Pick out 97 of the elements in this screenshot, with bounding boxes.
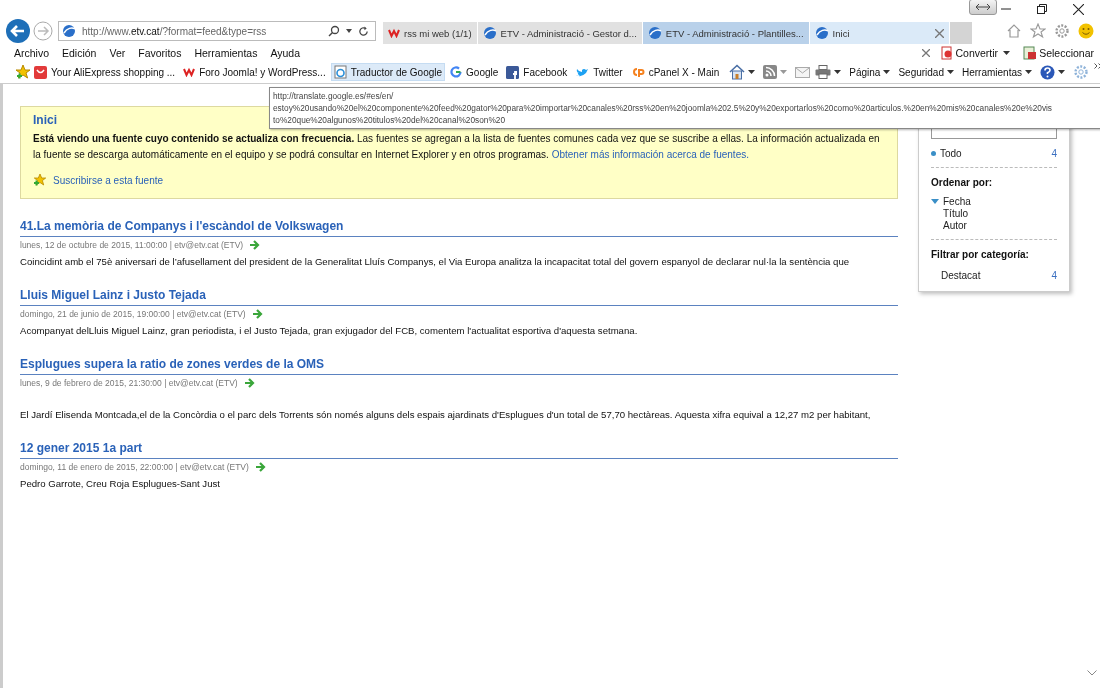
sort-option[interactable]: Título [943, 208, 968, 219]
search-icon[interactable] [328, 25, 340, 37]
menu-item[interactable]: Favoritos [138, 46, 182, 59]
ring-icon [450, 66, 463, 78]
dropdown-caret-icon[interactable] [883, 70, 891, 74]
dropdown-caret-icon[interactable] [1058, 70, 1066, 74]
bag-icon [34, 65, 47, 79]
article-title-link[interactable]: 41.La memòria de Companys i l'escàndol de Volkswagen [20, 219, 898, 237]
zigzag-icon [388, 28, 400, 38]
square-icon [506, 65, 520, 79]
zigzag-icon [183, 67, 196, 77]
back-icon[interactable] [6, 19, 30, 43]
document-icon [1023, 45, 1038, 60]
globe-icon [647, 26, 662, 40]
dropdown-caret-icon[interactable] [748, 70, 756, 74]
article-title-link[interactable]: Lluis Miguel Lainz i Justo Tejada [20, 288, 898, 306]
page-icon [333, 65, 347, 79]
menu-item[interactable]: Ver [109, 46, 126, 59]
settings-icon[interactable] [1054, 23, 1070, 39]
help-icon[interactable] [1040, 64, 1056, 80]
item-count: 4 [1051, 148, 1057, 159]
mail-icon[interactable] [795, 66, 811, 78]
article-summary: El Jardí Elisenda Montcada,el de la Concòrdia o el parc dels Torrents són només alguns dels espais ajardinats d'Esplugues d'un total de 57,70 hectàreas. Aquesta xifra equival a 12,27 m2 per habitant, [20, 409, 871, 420]
dropdown-caret-icon[interactable] [1003, 50, 1011, 55]
category-link[interactable]: Destacat [941, 270, 981, 281]
category-heading: Filtrar por categoría: [931, 249, 1030, 260]
filter-link[interactable]: Todo [940, 148, 962, 159]
article-summary: Coincidint amb el 75è aniversari de l’afusellament del president de la Generalitat Lluís Companys, el Via Europa analitza la incapacitat total del govern espanyol de declarar nul·la la sentència que [20, 256, 850, 267]
browser-tab[interactable]: ETV - Administració - Plantilles... [642, 22, 810, 44]
dropdown-caret-icon[interactable] [346, 29, 352, 33]
menu-item[interactable]: Archivo [14, 46, 49, 59]
learn-more-link[interactable]: Obtener más información acerca de fuentes. [551, 149, 749, 160]
globe-icon [814, 26, 829, 40]
item-count: 4 [1051, 270, 1057, 281]
article-meta: domingo, 11 de enero de 2015, 22:00:00 | etv@etv.cat (ETV) [20, 462, 249, 472]
right-arrow-icon[interactable] [249, 240, 261, 250]
command-menu-button[interactable]: Herramientas [962, 66, 1023, 78]
printer-icon[interactable] [815, 65, 832, 79]
menu-item[interactable]: Edición [62, 46, 97, 59]
feed-icon[interactable] [763, 65, 778, 79]
chevron-icon[interactable] [1094, 63, 1100, 69]
globe-icon [482, 26, 497, 40]
right-arrow-icon[interactable] [243, 378, 255, 388]
favorite-link[interactable]: Google [447, 64, 502, 80]
article-title-link[interactable]: 12 gener 2015 1a part [20, 441, 898, 459]
command-menu-button[interactable]: Página [849, 66, 881, 78]
notice-text: Está viendo una fuente cuyo contenido se actualiza con frecuencia. Las fuentes se agregan a la lista de fuentes comunes cada vez que se suscribe a ellas. La información actualizada en la fuente se descarga automáticamente en el equipo y se podrá consultar en Internet Explorer y en otros programas. Obtener más información acerca de fuentes. [33, 132, 881, 162]
add-star-icon [33, 173, 47, 187]
refresh-icon[interactable] [358, 25, 369, 37]
address-field[interactable]: http://www.etv.cat/?format=feed&type=rss [58, 21, 376, 41]
favorite-link[interactable]: Twitter [572, 64, 626, 80]
article-title-link[interactable]: Esplugues supera la ratio de zones verdes de la OMS [20, 357, 898, 375]
menu-item[interactable]: Herramientas [194, 46, 258, 59]
sort-option[interactable]: Autor [943, 220, 967, 231]
link-tooltip: http://translate.google.es/#es/en/ estoy%20usando%20el%20componente%20feed%20gator%20para%20importar%20canales%20rss%20en%20joomla%202.5%20y%20exportarlos%20como%20articulos.%20en%20mis%20canales%20e%20vis to%20que%20algunos%20titulos%20del%20canal%20son%20 [269, 87, 1100, 129]
dropdown-caret-icon[interactable] [947, 70, 954, 74]
globe-icon [62, 24, 76, 38]
article-meta: lunes, 12 de octubre de 2015, 11:00:00 | etv@etv.cat (ETV) [20, 240, 244, 250]
right-arrow-icon[interactable] [251, 309, 263, 319]
restore-icon[interactable] [1037, 4, 1047, 14]
close-tab-icon[interactable] [934, 28, 944, 38]
double-arrow-icon [975, 3, 991, 11]
scroll-down-icon[interactable] [1087, 670, 1097, 676]
dropdown-caret-icon[interactable] [834, 70, 842, 74]
toolbar-button[interactable]: Convertir [955, 46, 999, 59]
add-favorite-icon[interactable] [15, 64, 31, 80]
sort-heading: Ordenar por: [931, 177, 994, 188]
menu-item[interactable]: Ayuda [270, 46, 301, 59]
browser-tab[interactable]: Inici [809, 22, 950, 44]
sort-option[interactable]: Fecha [943, 196, 971, 207]
favorite-link[interactable]: Foro Joomla! y WordPress... [180, 64, 329, 80]
command-menu-button[interactable]: Seguridad [898, 66, 944, 78]
home-icon[interactable] [729, 64, 746, 80]
subscribe-link[interactable]: Suscribirse a esta fuente [53, 174, 164, 186]
toolbar-button[interactable]: Seleccionar [1039, 46, 1094, 59]
bird-icon [575, 66, 590, 78]
article-meta: domingo, 21 de junio de 2015, 19:00:00 | etv@etv.cat (ETV) [20, 309, 246, 319]
favorite-link[interactable]: cPanel X - Main [627, 64, 723, 80]
document-icon [939, 45, 954, 60]
feed-title: Inici [33, 113, 57, 127]
favorite-link[interactable]: Your AliExpress shopping ... [31, 63, 179, 81]
close-icon[interactable] [1073, 3, 1084, 15]
star-icon[interactable] [1030, 23, 1046, 39]
article-meta: lunes, 9 de febrero de 2015, 21:30:00 | etv@etv.cat (ETV) [20, 378, 238, 388]
logo-icon [630, 66, 645, 78]
smiley-icon[interactable] [1078, 23, 1094, 39]
bullet-icon [931, 151, 936, 156]
home-icon[interactable] [1006, 23, 1022, 39]
browser-tab[interactable]: ETV - Administració - Gestor d... [477, 22, 643, 44]
right-arrow-icon[interactable] [254, 462, 266, 472]
dropdown-caret-icon[interactable] [1025, 70, 1033, 74]
favorite-link[interactable]: Facebook [503, 63, 571, 81]
resize-button[interactable] [969, 0, 997, 15]
article-summary: Pedro Garrote, Creu Roja Esplugues-Sant Just [20, 478, 220, 489]
favorite-link[interactable]: Traductor de Google [330, 63, 446, 81]
browser-tab[interactable]: rss mi web (1/1) [383, 22, 478, 44]
article-summary: Acompanyat delLluis Miguel Lainz, gran periodista, i el Justo Tejada, gran exjugador del FCB, comentem l'actualitat esportiva d'aquesta setmana. [20, 325, 638, 336]
